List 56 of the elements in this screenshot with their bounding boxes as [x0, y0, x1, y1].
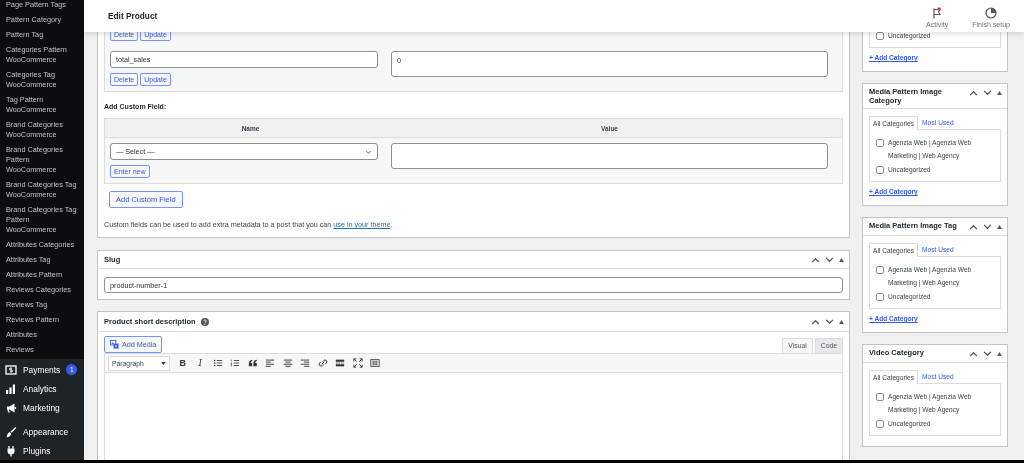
chevron-up-icon[interactable]	[969, 224, 978, 230]
triangle-up-icon[interactable]	[997, 91, 1002, 95]
flag-icon	[931, 7, 944, 19]
help-icon[interactable]	[200, 317, 209, 326]
fullscreen-icon	[352, 358, 363, 368]
chevron-down-icon[interactable]	[983, 90, 992, 96]
link-icon	[317, 358, 328, 368]
menu-item[interactable]: Marketing	[0, 398, 84, 417]
bold-button[interactable]: B	[174, 354, 192, 372]
megaphone-icon	[5, 401, 17, 414]
checkbox[interactable]	[876, 392, 884, 401]
chevron-up-icon[interactable]	[969, 351, 978, 357]
triangle-up-icon[interactable]	[839, 319, 844, 324]
align-left-icon	[265, 358, 276, 368]
plug-icon	[5, 444, 17, 457]
triangle-up-icon[interactable]	[997, 225, 1002, 229]
bar-chart-icon	[5, 382, 17, 395]
checkbox[interactable]	[876, 419, 884, 428]
chevron-down-icon[interactable]	[983, 351, 992, 357]
keyboard-icon	[370, 358, 381, 368]
triangle-up-icon[interactable]	[839, 257, 844, 262]
checkbox[interactable]	[876, 165, 884, 174]
chevron-down-icon[interactable]	[825, 318, 834, 325]
triangle-up-icon[interactable]	[997, 352, 1002, 356]
align-right-icon	[300, 358, 311, 368]
caret-down-icon	[365, 149, 372, 154]
menu-label: Marketing	[23, 402, 60, 413]
checkbox[interactable]	[876, 32, 884, 40]
checkbox[interactable]	[876, 265, 884, 274]
media-icon	[110, 340, 119, 349]
chevron-down-icon[interactable]	[825, 256, 834, 263]
checkbox[interactable]	[876, 292, 884, 301]
payments-icon	[5, 363, 17, 376]
read-more-icon	[335, 358, 346, 368]
menu-label: Payments	[23, 364, 61, 375]
paintbrush-icon	[5, 425, 17, 438]
chevron-up-icon[interactable]	[811, 318, 820, 325]
align-center-icon	[282, 358, 293, 368]
chevron-up-icon[interactable]	[969, 90, 978, 96]
chevron-down-icon[interactable]	[983, 224, 992, 230]
bullet-list-icon	[212, 358, 223, 368]
page-title: Edit Product	[108, 11, 159, 21]
field-value-input[interactable]	[391, 143, 828, 169]
menu-label: Appearance	[23, 426, 69, 437]
menu-item[interactable]: Plugins	[0, 441, 84, 460]
caret-down-icon	[161, 361, 166, 365]
chevron-up-icon[interactable]	[811, 256, 820, 263]
menu-label: Analytics	[23, 383, 57, 394]
numbered-list-icon	[230, 358, 241, 368]
menu-label: Plugins	[23, 445, 51, 456]
italic-button[interactable]: I	[191, 354, 209, 372]
checkbox[interactable]	[876, 138, 884, 147]
menu-item[interactable]: Appearance	[0, 422, 84, 441]
menu-item[interactable]: Analytics	[0, 379, 84, 398]
quote-icon	[247, 358, 258, 368]
progress-circle-icon	[985, 7, 998, 19]
